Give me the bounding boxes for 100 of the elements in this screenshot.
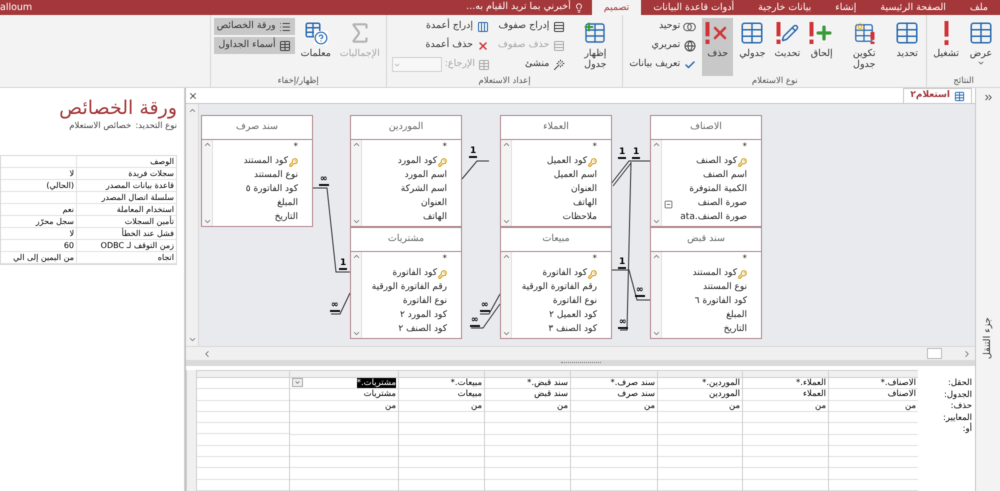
navigation-pane[interactable]: جزء التنقل [975, 88, 1000, 491]
grid-cell[interactable]: من [556, 400, 568, 411]
column-selector[interactable] [399, 370, 484, 378]
field-name[interactable]: كود الفاتورة ٥ [246, 183, 298, 197]
field-name[interactable]: كود الصنف ٣ [548, 323, 597, 337]
ribbon-button[interactable]: منشئ [495, 56, 568, 73]
field-name[interactable]: كود المستند [692, 267, 737, 281]
column-selector[interactable] [658, 370, 742, 378]
scroll-up-icon[interactable] [652, 252, 661, 261]
ribbon-button[interactable]: إظهار جدول [571, 18, 620, 76]
ribbon-button[interactable]: عرض [965, 18, 997, 76]
field-name[interactable]: الكمية المتوفرة [689, 183, 747, 197]
scroll-thumb[interactable] [927, 348, 942, 359]
scroll-down-icon[interactable] [203, 217, 212, 226]
scroll-up-icon[interactable] [352, 140, 361, 149]
dropdown-button[interactable] [292, 378, 303, 388]
scrollbar[interactable] [351, 252, 362, 338]
grid-cell[interactable]: من [904, 400, 916, 411]
field-name[interactable]: كود المورد ٢ [400, 309, 447, 323]
scrollbar[interactable] [651, 140, 662, 226]
field-cell[interactable]: مشتريات.* [356, 378, 396, 388]
table-box[interactable]: مبيعات * كود الفاتورة رقم الفاتورة الورقية نوع الفاتورة كود العميل ٢ كود الصنف ٣ [500, 227, 612, 339]
scroll-down-icon[interactable] [502, 329, 511, 338]
scrollbar[interactable] [202, 140, 213, 226]
menu-tab[interactable]: ملف [958, 0, 1000, 15]
column-selector[interactable] [743, 370, 828, 378]
grid-cell[interactable]: الاصناف [888, 389, 916, 400]
menu-tab[interactable]: تصميم [592, 0, 642, 15]
field-name[interactable]: نوع الفاتورة [402, 295, 447, 309]
tell-me-button[interactable]: أخبرني بما تريد القيام به... [458, 0, 592, 15]
query-tab[interactable]: استعلام٢ [903, 88, 972, 103]
field-name[interactable]: * [742, 253, 747, 267]
field-name[interactable]: العنوان [420, 197, 447, 211]
field-name[interactable]: * [442, 141, 447, 155]
ribbon-button[interactable]: تحديث [771, 18, 804, 76]
property-value[interactable]: لا [69, 168, 74, 178]
ribbon-button[interactable]: جدولي [736, 18, 768, 76]
field-cell[interactable]: العملاء.* [796, 378, 826, 388]
field-name[interactable]: كود الصنف [696, 155, 737, 169]
field-name[interactable]: كود المورد [398, 155, 437, 169]
field-name[interactable]: اسم العميل [554, 169, 597, 183]
ribbon-button[interactable]: معلمات [298, 18, 334, 76]
field-name[interactable]: اسم الصنف [703, 169, 747, 183]
menu-tab[interactable]: بيانات خارجية [746, 0, 824, 15]
field-name[interactable]: كود الفاتورة ٦ [694, 295, 747, 309]
ribbon-button[interactable]: تعريف بيانات [626, 56, 700, 73]
scrollbar[interactable] [351, 140, 362, 226]
field-name[interactable]: العنوان [570, 183, 597, 197]
scroll-down-icon[interactable] [652, 217, 661, 226]
scroll-up-icon[interactable] [188, 106, 196, 115]
field-name[interactable]: * [592, 253, 597, 267]
field-name[interactable]: كود الفاتورة [542, 267, 587, 281]
field-name[interactable]: نوع المستند [254, 169, 298, 183]
field-name[interactable]: * [294, 141, 298, 155]
field-name[interactable]: نوع الفاتورة [552, 295, 597, 309]
ribbon-button[interactable]: تمريري [626, 37, 700, 54]
menu-tab[interactable]: أدوات قاعدة البيانات [641, 0, 746, 15]
ribbon-button[interactable]: إدراج صفوف [495, 18, 568, 35]
property-value[interactable]: (الحالي) [46, 180, 74, 190]
field-name[interactable]: رقم الفاتورة الورقية [522, 281, 597, 295]
field-cell[interactable]: الموردين.* [702, 378, 740, 388]
field-cell[interactable]: مبيعات.* [450, 378, 482, 388]
grid-cell[interactable]: العملاء [802, 389, 826, 400]
collapse-icon[interactable] [664, 200, 673, 208]
field-name[interactable]: * [742, 141, 747, 155]
field-name[interactable]: كود الصنف ٢ [398, 323, 447, 337]
grid-cell[interactable]: مشتريات [364, 389, 396, 400]
field-name[interactable]: ملاحظات [562, 211, 597, 225]
field-name[interactable]: نوع المستند [702, 281, 747, 295]
ribbon-button[interactable]: توحيد [626, 18, 700, 35]
property-value[interactable]: 60 [64, 240, 74, 250]
grid-cell[interactable]: سند قبض [534, 389, 568, 400]
scrollbar[interactable] [651, 252, 662, 338]
field-name[interactable]: صورة الصنف.ata [680, 211, 747, 225]
scroll-down-icon[interactable] [652, 329, 661, 338]
scroll-up-icon[interactable] [502, 252, 511, 261]
grid-cell[interactable]: من [470, 400, 482, 411]
field-name[interactable]: المبلغ [726, 309, 747, 323]
field-cell[interactable]: الاصناف.* [880, 378, 916, 388]
scrollbar[interactable] [501, 140, 512, 226]
scroll-down-icon[interactable] [352, 217, 361, 226]
property-value[interactable]: سجل محرّر [36, 216, 74, 226]
scrollbar[interactable] [186, 104, 199, 346]
field-name[interactable]: كود المستند [244, 155, 288, 169]
scrollbar[interactable] [186, 346, 975, 360]
scroll-up-icon[interactable] [502, 140, 511, 149]
table-box[interactable]: الموردين * كود المورد اسم المورد اسم الشركة العنوان الهاتف [350, 115, 462, 227]
field-name[interactable]: كود العميل [546, 155, 587, 169]
grid-cell[interactable]: من [814, 400, 826, 411]
scroll-down-icon[interactable] [188, 335, 196, 344]
field-name[interactable]: صورة الصنف [698, 197, 747, 211]
property-value[interactable]: لا [69, 228, 74, 238]
menu-tab[interactable]: الصفحة الرئيسية [868, 0, 958, 15]
column-selector[interactable] [571, 370, 657, 378]
field-name[interactable]: اسم المورد [404, 169, 447, 183]
scroll-up-icon[interactable] [203, 140, 212, 149]
grid-cell[interactable]: من [644, 400, 655, 411]
field-cell[interactable]: سند صرف.* [610, 378, 655, 388]
grid-cell[interactable]: مبيعات [458, 389, 482, 400]
property-value[interactable]: نعم [62, 204, 74, 214]
